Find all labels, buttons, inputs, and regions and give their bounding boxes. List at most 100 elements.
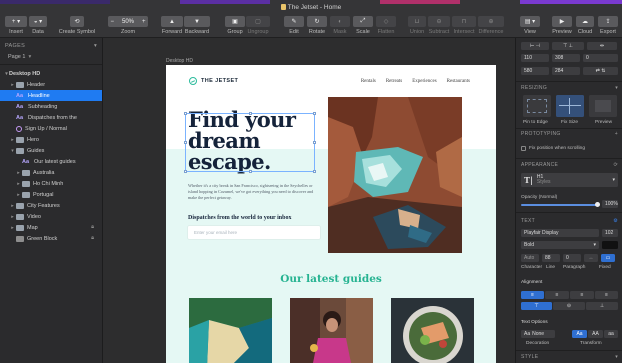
layer-item[interactable]: ▾ Guides [0, 145, 102, 156]
layer-item[interactable]: ▸ Ho Chi Minh [0, 178, 102, 189]
collapse-icon[interactable]: ▾ [94, 43, 97, 49]
transform-uppercase-button[interactable]: AA [588, 330, 603, 338]
guides-title[interactable]: Our latest guides [166, 273, 496, 285]
align-left-icon[interactable]: ⊢ ⊣ [521, 42, 549, 50]
disclosure-closed-icon[interactable]: ▸ [10, 137, 15, 143]
height-field[interactable]: 284 [552, 67, 580, 75]
preview-button[interactable]: ▶ Preview [552, 16, 572, 35]
page-selector[interactable]: Page 1 ▾ [0, 51, 102, 62]
selection-box[interactable] [184, 112, 316, 173]
lock-icon[interactable]: 🔒︎ [91, 235, 94, 242]
layer-item[interactable]: Aa Subheading [0, 101, 102, 112]
guide-card-australia[interactable] [189, 298, 272, 363]
intersect-button[interactable]: ⊓ Intersect [452, 16, 476, 35]
layer-item[interactable]: Green Block 🔒︎ [0, 233, 102, 244]
transform-none-button[interactable]: Aa [572, 330, 587, 338]
layer-item[interactable]: ▾ Desktop HD [0, 68, 102, 101]
disclosure-closed-icon[interactable]: ▸ [10, 82, 15, 88]
resize-handle[interactable] [249, 170, 252, 173]
align-center-icon[interactable]: ⊤ ⊥ [552, 42, 584, 50]
add-icon[interactable]: + [615, 131, 618, 137]
insert-button[interactable]: + ▾ Insert [5, 16, 27, 35]
disclosure-closed-icon[interactable]: ▸ [16, 192, 21, 198]
zoom-control[interactable]: −50% + Zoom [108, 16, 148, 35]
collapse-icon[interactable]: ▾ [615, 85, 618, 91]
layer-item[interactable]: Aa Headline [0, 90, 102, 101]
text-color-swatch[interactable] [602, 241, 618, 249]
nav-item[interactable]: Experiences [412, 79, 436, 84]
layer-item[interactable]: ▸ Australia [0, 167, 102, 178]
resize-handle[interactable] [184, 170, 187, 173]
chevron-down-icon[interactable]: ▾ [615, 354, 618, 360]
align-right-button[interactable]: ≡ [570, 291, 594, 299]
nav-item[interactable]: Retreats [386, 79, 402, 84]
artboard-desktop-hd[interactable]: THE JETSET Rentals Retreats Experiences … [166, 65, 496, 363]
subtract-button[interactable]: ⊖ Subtract [428, 16, 450, 35]
opacity-field[interactable]: 100% [602, 200, 618, 208]
resize-handle[interactable] [313, 141, 316, 144]
rotate-button[interactable]: ↻ Rotate [307, 16, 327, 35]
mask-button[interactable]: ◐ Mask [330, 16, 350, 35]
union-button[interactable]: ⊔ Union [408, 16, 426, 35]
disclosure-closed-icon[interactable]: ▸ [10, 225, 15, 231]
dispatch-heading[interactable]: Dispatches from the world to your inbox [188, 215, 291, 221]
opacity-slider-knob[interactable] [595, 202, 600, 207]
layer-item[interactable]: ▸ Portugal [0, 189, 102, 200]
align-left-button[interactable]: ≡ [521, 291, 544, 299]
font-size-field[interactable]: 102 [602, 229, 618, 237]
font-family-select[interactable]: Playfair Display [521, 229, 599, 237]
y-field[interactable]: 308 [552, 54, 580, 62]
layer-item[interactable]: ▸ City Features [0, 200, 102, 211]
fixed-width-icon[interactable]: ▭ [601, 254, 615, 262]
layer-item[interactable]: Sign Up / Normal [0, 123, 102, 134]
width-field[interactable]: 580 [521, 67, 549, 75]
flip-icon[interactable]: ⇄ ⇅ [583, 67, 618, 75]
sync-icon[interactable]: ⟳ [614, 162, 619, 168]
difference-button[interactable]: ⊕ Difference [478, 16, 504, 35]
disclosure-closed-icon[interactable]: ▸ [16, 170, 21, 176]
backward-button[interactable]: ▼ Backward [184, 16, 210, 35]
resize-handle[interactable] [184, 112, 187, 115]
paragraph-spacing-field[interactable]: 0 [563, 254, 581, 262]
opacity-slider[interactable] [521, 204, 599, 206]
layer-item[interactable]: ▸ Map 🔒︎ [0, 222, 102, 233]
guide-card-portugal[interactable] [391, 298, 474, 363]
decoration-select[interactable]: Aa None [521, 330, 555, 338]
export-button[interactable]: ⇪ Export [598, 16, 618, 35]
guide-card-ho-chi-minh[interactable] [290, 298, 373, 363]
cloud-button[interactable]: ☁ Cloud [576, 16, 594, 35]
disclosure-closed-icon[interactable]: ▸ [16, 181, 21, 187]
canvas[interactable]: Desktop HD THE JETSET Rentals Retreats E… [103, 38, 515, 363]
lock-icon[interactable]: 🔒︎ [91, 224, 94, 231]
artboard-label[interactable]: Desktop HD [166, 58, 193, 64]
vertical-align-bottom-button[interactable]: ⊥ [586, 302, 618, 310]
resize-handle[interactable] [184, 141, 187, 144]
pin-to-edge-control[interactable] [523, 95, 551, 117]
gear-icon[interactable]: ⚙ [613, 218, 618, 224]
disclosure-closed-icon[interactable]: ▸ [10, 214, 15, 220]
transform-lowercase-button[interactable]: aa [604, 330, 618, 338]
create-symbol-button[interactable]: ⟲ Create Symbol [58, 16, 96, 35]
group-button[interactable]: ▣ Group [225, 16, 245, 35]
vertical-align-middle-button[interactable]: ⊝ [553, 302, 585, 310]
view-button[interactable]: ▤ ▾ View [520, 16, 540, 35]
layer-item[interactable]: Aa Our latest guides [0, 156, 102, 167]
flatten-button[interactable]: ◇ Flatten [376, 16, 396, 35]
ungroup-button[interactable]: ▢ Ungroup [246, 16, 270, 35]
x-field[interactable]: 110 [521, 54, 549, 62]
fix-position-checkbox[interactable]: Fix position when scrolling [521, 146, 585, 151]
align-center-button[interactable]: ≡ [545, 291, 569, 299]
data-button[interactable]: ◒ ▾ Data [29, 16, 47, 35]
align-justify-button[interactable]: ≡ [595, 291, 618, 299]
line-height-field[interactable]: 88 [542, 254, 560, 262]
resize-handle[interactable] [313, 170, 316, 173]
rotation-field[interactable]: 0 [583, 54, 618, 62]
resize-handle[interactable] [249, 112, 252, 115]
disclosure-open-icon[interactable]: ▾ [10, 148, 15, 154]
distribute-icon[interactable]: ⇹ [587, 42, 617, 50]
vertical-align-top-button[interactable]: ⊤ [521, 302, 552, 310]
email-field[interactable]: Enter your email here [188, 226, 320, 239]
resize-handle[interactable] [313, 112, 316, 115]
fix-size-control[interactable] [556, 95, 584, 117]
forward-button[interactable]: ▲ Forward [161, 16, 183, 35]
